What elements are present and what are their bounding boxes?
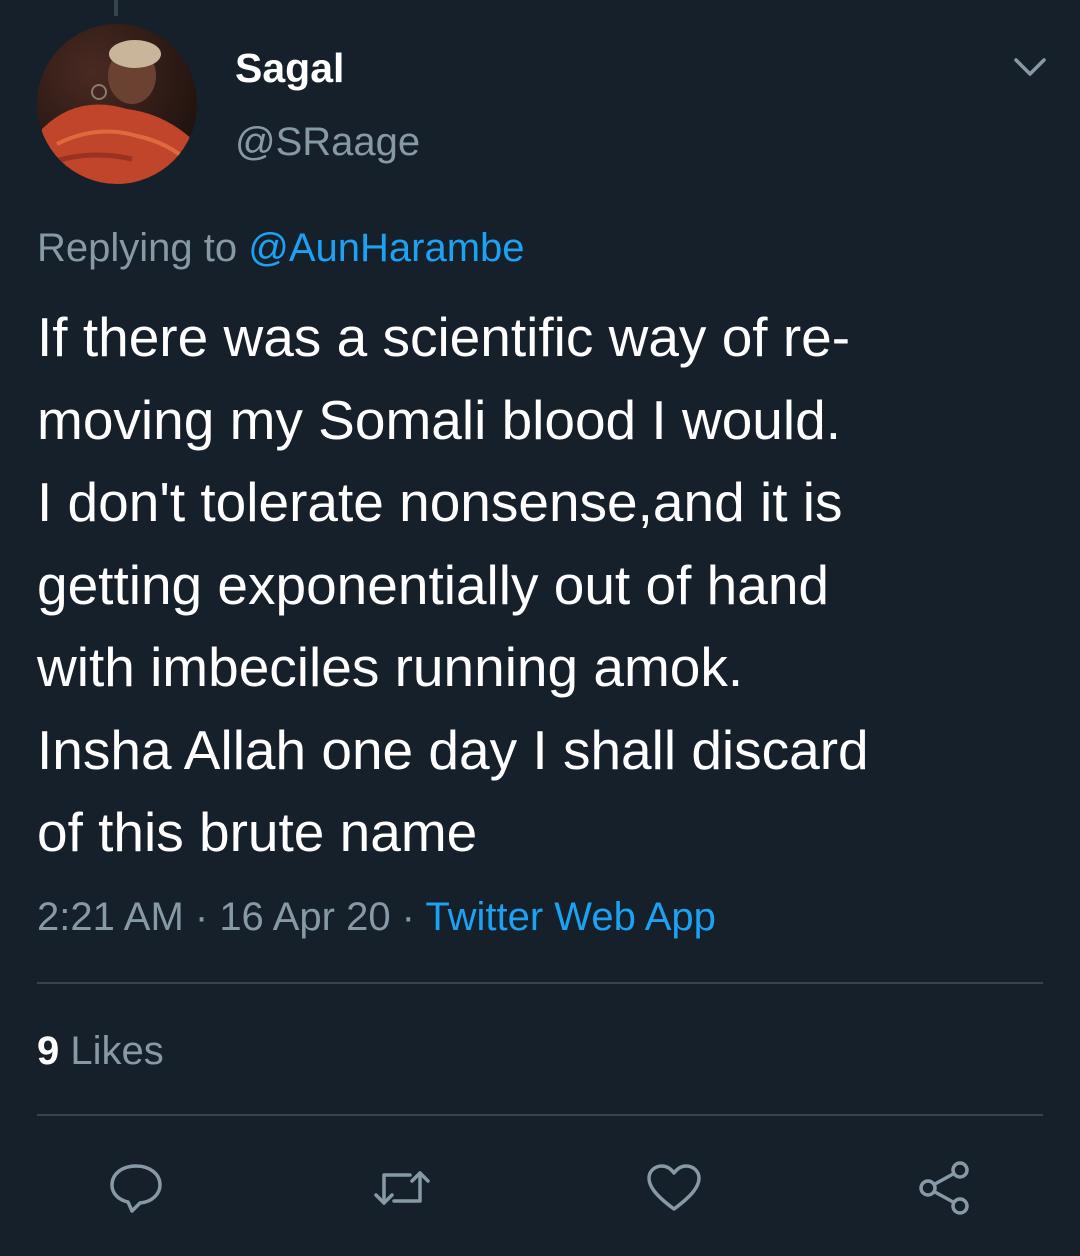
avatar-photo xyxy=(37,24,197,184)
tweet-text-line: If there was a scientific way of re- xyxy=(37,306,851,368)
replying-to-label: Replying to xyxy=(37,226,249,270)
meta-separator: · xyxy=(183,895,220,939)
tweet-text-line: Insha Allah one day I shall discard xyxy=(37,718,869,781)
tweet-menu-button[interactable] xyxy=(1010,50,1050,84)
avatar[interactable] xyxy=(37,24,197,184)
likes-label: Likes xyxy=(59,1029,164,1073)
divider xyxy=(37,1114,1043,1116)
replying-to-line: Replying to @AunHarambe xyxy=(37,224,525,272)
divider xyxy=(37,982,1043,984)
retweet-button[interactable] xyxy=(372,1160,432,1216)
tweet-text-line: with imbeciles running amok. xyxy=(37,636,744,698)
reply-button[interactable] xyxy=(106,1160,166,1216)
author-display-name[interactable]: Sagal xyxy=(235,44,344,92)
share-button[interactable] xyxy=(914,1160,974,1216)
retweet-arrows-icon xyxy=(374,1171,430,1205)
tweet-text-line: I don't tolerate nonsense,and it is xyxy=(37,471,843,533)
thread-connector-line xyxy=(114,0,118,16)
likes-count: 9 xyxy=(37,1029,60,1073)
author-handle[interactable]: @SRaage xyxy=(235,118,420,166)
tweet-date[interactable]: 16 Apr 20 xyxy=(219,895,390,939)
speech-bubble-icon xyxy=(110,1164,162,1213)
meta-separator: · xyxy=(390,895,426,939)
likes-stat[interactable]: 9 Likes xyxy=(37,1026,164,1076)
tweet-text-line: moving my Somali blood I would. xyxy=(37,388,841,451)
tweet-text-line: of this brute name xyxy=(37,801,478,863)
tweet-text-line: getting exponentially out of hand xyxy=(37,553,829,616)
heart-icon xyxy=(647,1164,701,1211)
tweet-text: If there was a scientific way of re-movi… xyxy=(37,296,1047,874)
replying-to-mention-link[interactable]: @AunHarambe xyxy=(248,226,524,270)
tweet-source-link[interactable]: Twitter Web App xyxy=(425,895,716,939)
tweet-time[interactable]: 2:21 AM xyxy=(37,895,184,939)
tweet-metadata: 2:21 AM · 16 Apr 20 · Twitter Web App xyxy=(37,892,716,942)
chevron-down-icon xyxy=(1014,58,1046,76)
like-button[interactable] xyxy=(644,1160,704,1216)
share-nodes-icon xyxy=(919,1161,969,1215)
